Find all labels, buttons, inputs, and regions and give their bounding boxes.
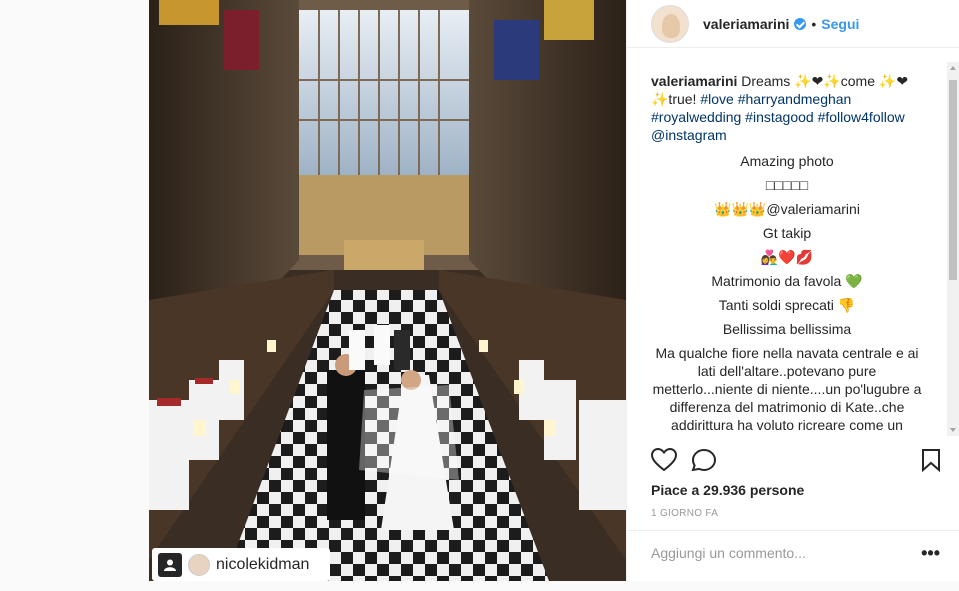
verified-icon [794, 17, 807, 30]
post-timestamp[interactable]: 1 GIORNO FA [651, 508, 718, 519]
save-icon[interactable] [921, 448, 941, 477]
post-sidebar: valeriamarini • Segui valeriamarini Drea… [626, 0, 959, 581]
more-icon[interactable]: ••• [921, 544, 940, 562]
scroll-down-icon[interactable] [950, 428, 956, 432]
wedding-photo [149, 0, 626, 581]
comment-item: Gt takip [762, 225, 812, 241]
tagged-username[interactable]: nicolekidman [216, 556, 309, 574]
author-avatar[interactable] [651, 4, 689, 43]
scrollbar-thumb[interactable] [949, 80, 957, 280]
tagged-user-avatar [188, 553, 210, 576]
user-tag-icon[interactable] [158, 552, 182, 577]
comment-item: Matrimonio da favola 💚 [711, 273, 863, 289]
comment-item: Bellissima bellissima [722, 321, 852, 337]
caption: valeriamarini Dreams ✨❤✨come ✨❤ ✨true! #… [651, 72, 923, 144]
post-image[interactable] [149, 0, 626, 581]
heart-icon[interactable] [650, 447, 678, 477]
comment-item: 👑👑👑@valeriamarini [714, 201, 860, 217]
post-actions [650, 447, 941, 477]
scroll-up-icon[interactable] [950, 66, 956, 70]
comments-scrollbar[interactable] [947, 62, 959, 436]
comment-icon[interactable] [691, 448, 717, 477]
add-comment-section: ••• [627, 530, 959, 580]
comment-item: Tanti soldi sprecati 👎 [718, 297, 856, 313]
comment-input[interactable] [651, 545, 911, 561]
comment-item: 👩‍❤️‍👨❤️💋 [760, 249, 814, 265]
post-header: valeriamarini • Segui [627, 0, 959, 48]
caption-username[interactable]: valeriamarini [651, 73, 737, 89]
follow-button[interactable]: Segui [821, 16, 859, 32]
author-username[interactable]: valeriamarini [703, 16, 789, 32]
page-bottom [0, 581, 959, 591]
tagged-user-badge[interactable]: nicolekidman [152, 548, 330, 581]
comment-item: Ma qualche fiore nella navata centrale e… [652, 345, 922, 433]
comments-list[interactable]: valeriamarini Dreams ✨❤✨come ✨❤ ✨true! #… [627, 62, 947, 436]
comment-item: Amazing photo [740, 153, 834, 169]
likes-count[interactable]: Piace a 29.936 persone [651, 482, 804, 498]
separator-dot: • [811, 15, 817, 32]
comment-item: □□□□□ [765, 177, 809, 193]
